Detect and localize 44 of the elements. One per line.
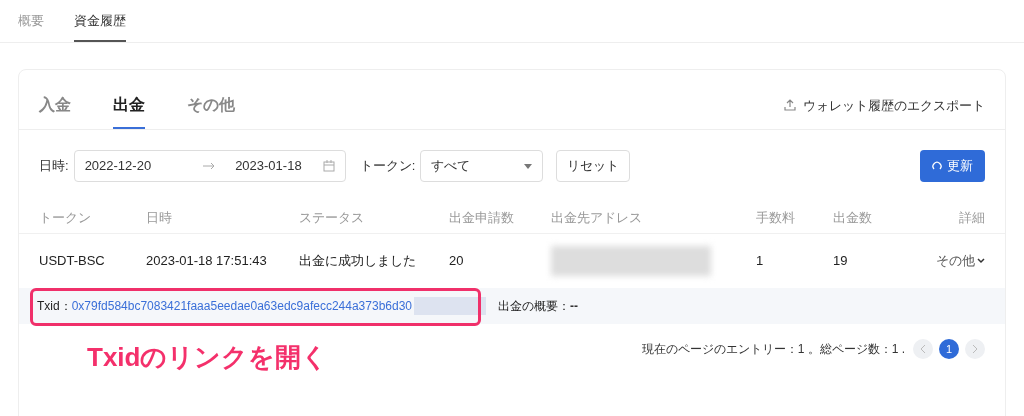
txid-label: Txid： <box>37 298 72 315</box>
column-header: トークン <box>39 208 92 227</box>
pagination-summary: 現在のページのエントリー：1 。総ページ数：1 . <box>641 341 905 358</box>
annotation-text: Txidのリンクを開く <box>87 341 329 374</box>
column-header: ステータス <box>299 208 365 227</box>
chevron-icon <box>977 258 985 264</box>
refresh-icon <box>932 161 942 171</box>
details-toggle[interactable]: その他 <box>936 251 985 271</box>
page-tab[interactable]: 資金履歴 <box>74 10 126 42</box>
summary-value: -- <box>570 298 578 315</box>
column-header: 日時 <box>146 208 173 227</box>
table-cell-text: USDT-BSC <box>39 252 106 271</box>
table-cell-text: 出金に成功しました <box>299 252 417 271</box>
column-header: 出金先アドレス <box>551 208 643 227</box>
filter-label: 日時: <box>39 157 69 176</box>
tab[interactable]: 出金 <box>113 93 145 129</box>
reset-button[interactable]: リセット <box>556 150 631 182</box>
upload-icon <box>783 98 797 113</box>
table-cell-text: 20 <box>449 252 465 271</box>
column-header: 出金申請数 <box>449 208 515 227</box>
page-button[interactable]: 1 <box>939 339 959 359</box>
date-range-field[interactable]: 2022-12-20 2023-01-18 <box>73 150 346 182</box>
column-header: 手数料 <box>756 208 796 227</box>
table-cell-text: 19 <box>833 252 849 271</box>
column-header: 出金数 <box>833 208 873 227</box>
tab[interactable]: 入金 <box>39 93 71 129</box>
column-header: 詳細 <box>959 208 985 227</box>
tab[interactable]: その他 <box>187 93 235 129</box>
caret-icon <box>524 163 533 169</box>
table-cell-text: 2023-01-18 17:51:43 <box>146 252 268 271</box>
table-cell-text: 1 <box>756 252 765 271</box>
export-link[interactable]: ウォレット履歴のエクスポート <box>783 95 985 115</box>
previous-page-icon[interactable] <box>913 339 933 359</box>
refresh-button[interactable]: 更新 <box>920 150 985 182</box>
calendar-icon <box>322 160 335 172</box>
summary-label: 出金の概要： <box>498 298 570 315</box>
filter-label: トークン: <box>359 157 416 176</box>
next-page-icon[interactable] <box>965 339 985 359</box>
txid-link[interactable]: 0x79fd584bc7083421faaa5eedae0a63edc9afecc244a373b6d30 <box>71 297 412 315</box>
arrow-icon <box>203 162 216 170</box>
end-date: 2023-01-18 <box>235 157 302 176</box>
start-date: 2022-12-20 <box>84 157 152 176</box>
redacted-block <box>414 297 486 315</box>
token-select[interactable]: すべて <box>420 150 544 182</box>
